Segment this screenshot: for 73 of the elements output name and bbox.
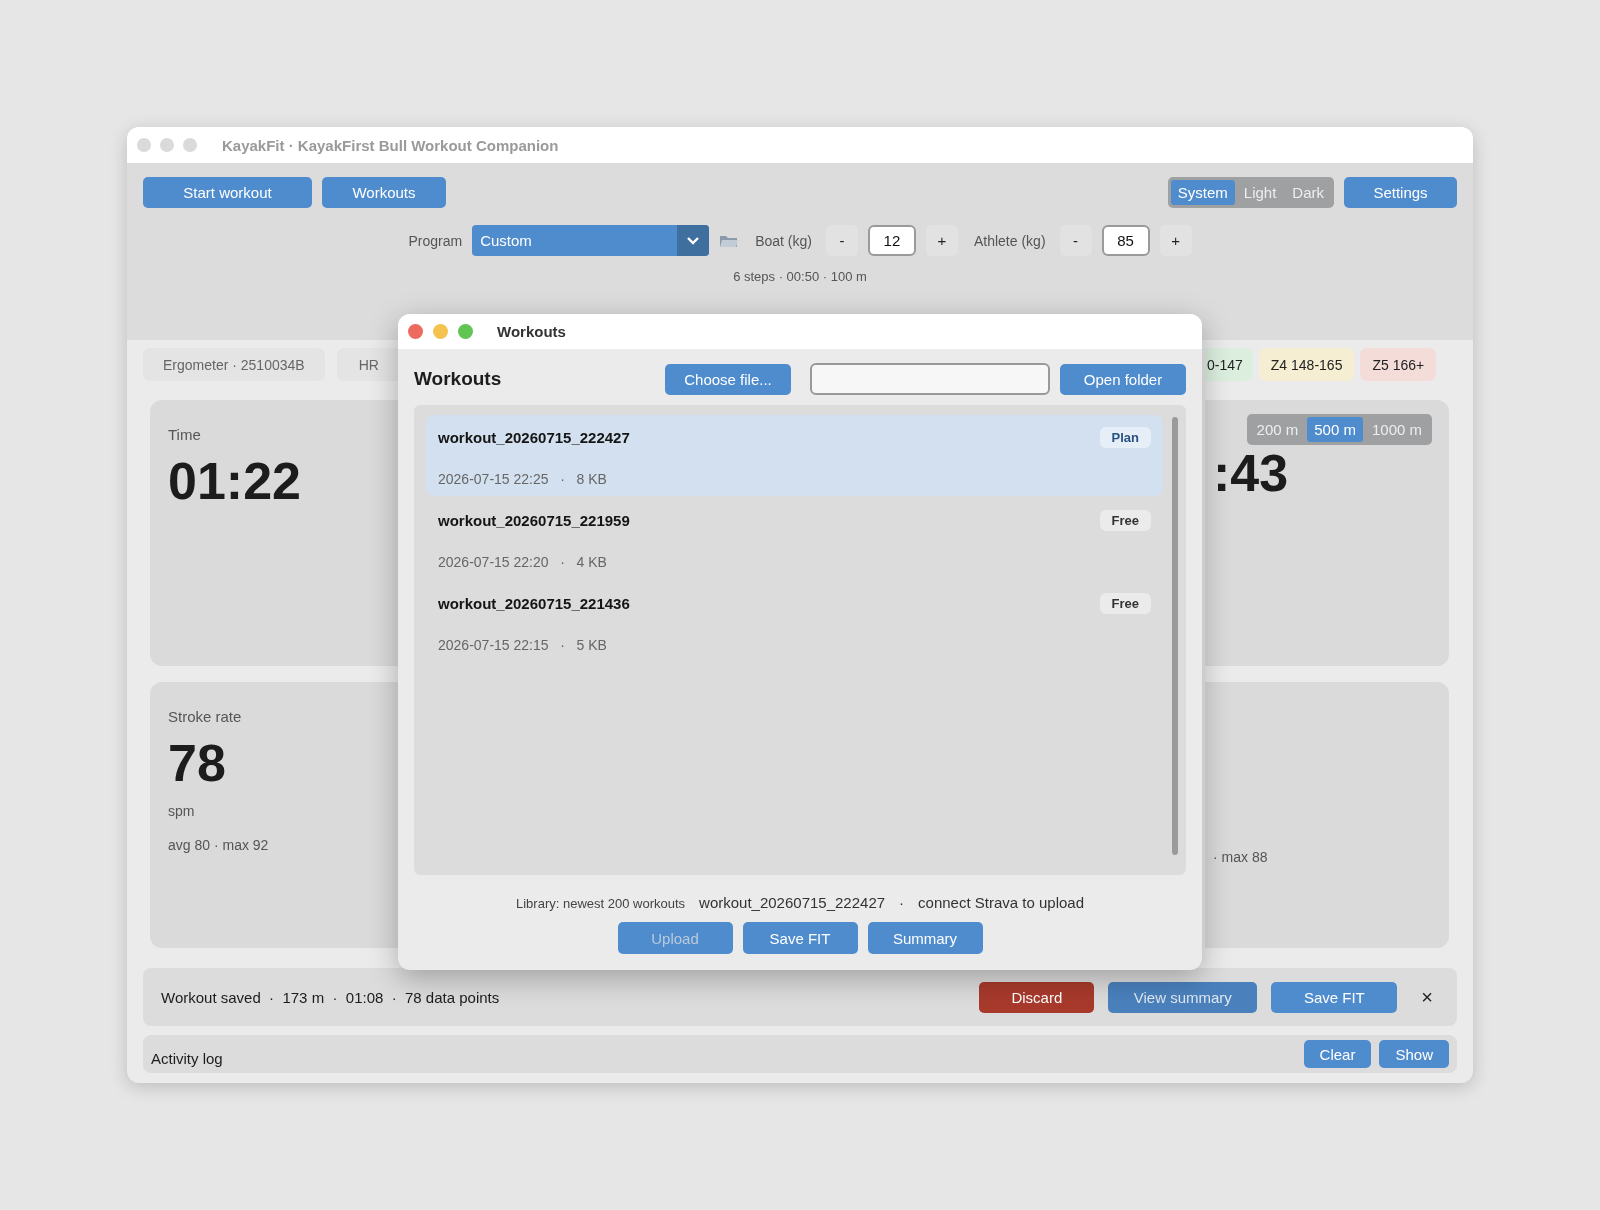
- program-label: Program: [408, 232, 463, 249]
- saved-message: Workout saved · 173 m · 01:08 · 78 data points: [161, 988, 501, 1006]
- banner-button[interactable]: Discard: [979, 981, 1095, 1013]
- increment-button[interactable]: +: [1159, 225, 1192, 256]
- metric-value: 01:22: [168, 451, 302, 511]
- activity-log-title: Activity log: [151, 1049, 224, 1067]
- log-button[interactable]: Clear: [1303, 1040, 1372, 1068]
- status-chip: HR: [336, 348, 399, 381]
- metric-value: 78: [168, 733, 227, 793]
- status-chip: Ergometer · 2510034B: [143, 348, 325, 381]
- program-summary: 6 steps · 00:50 · 100 m: [732, 269, 868, 284]
- search-field[interactable]: [810, 363, 1050, 395]
- weight-label: Boat (kg): [755, 232, 812, 249]
- close-button[interactable]: ×: [1421, 985, 1433, 1009]
- dialog-title: Workouts: [497, 323, 566, 340]
- zone-chip: 0-147: [1205, 348, 1253, 381]
- pace-option[interactable]: 200 m: [1249, 417, 1306, 442]
- banner-button[interactable]: Save FIT: [1271, 981, 1398, 1013]
- theme-option[interactable]: System: [1170, 180, 1235, 205]
- dialog-action-button[interactable]: Save FIT: [742, 922, 858, 954]
- library-note: Library: newest 200 workouts: [515, 896, 686, 911]
- dialog-heading: Workouts: [414, 368, 503, 390]
- pace-option[interactable]: 1000 m: [1364, 417, 1429, 442]
- weight-label: Athlete (kg): [973, 232, 1046, 249]
- workout-name: workout_20260715_221436: [438, 595, 631, 614]
- metric-stats: · max 88: [1213, 849, 1269, 865]
- workout-meta: 2026-07-15 22:25 · 8 KB: [438, 470, 608, 489]
- workout-tag: Free: [1099, 593, 1151, 614]
- decrement-button[interactable]: -: [1059, 225, 1092, 256]
- toolbar-button[interactable]: Workouts: [322, 177, 446, 208]
- selected-file: workout_20260715_222427: [699, 894, 886, 911]
- window-control-icon[interactable]: [137, 138, 151, 152]
- workout-name: workout_20260715_221959: [438, 512, 631, 531]
- workout-meta: 2026-07-15 22:15 · 5 KB: [438, 636, 608, 655]
- metric-label: Stroke rate: [168, 708, 243, 725]
- window-control-icon[interactable]: [183, 138, 197, 152]
- program-dropdown[interactable]: Custom: [472, 225, 710, 256]
- metric-unit: spm: [168, 803, 196, 819]
- window-control-icon[interactable]: [433, 324, 448, 339]
- chevron-down-icon: [686, 236, 701, 245]
- upload-note: connect Strava to upload: [918, 894, 1084, 911]
- theme-option[interactable]: Dark: [1285, 180, 1331, 205]
- window-title: KayakFit · KayakFirst Bull Workout Companion: [222, 136, 559, 154]
- workout-item[interactable]: workout_20260715_222427 Plan 2026-07-15 22:25 · 8 KB: [426, 415, 1163, 496]
- zone-chip: Z5 166+: [1360, 348, 1437, 381]
- weight-field[interactable]: 85: [1101, 225, 1150, 256]
- choose-file-button[interactable]: Choose file...: [665, 363, 791, 395]
- scrollbar[interactable]: [1172, 417, 1178, 855]
- open-folder-button[interactable]: Open folder: [1060, 363, 1186, 395]
- banner-button[interactable]: View summary: [1108, 981, 1258, 1013]
- dialog-action-button[interactable]: Summary: [867, 922, 983, 954]
- metric-value: :43: [1213, 443, 1290, 503]
- zone-chip: Z4 148-165: [1258, 348, 1355, 381]
- log-button[interactable]: Show: [1379, 1040, 1449, 1068]
- window-control-icon[interactable]: [408, 324, 423, 339]
- metric-stats: avg 80 · max 92: [168, 837, 270, 853]
- workout-tag: Plan: [1099, 427, 1151, 448]
- window-control-icon[interactable]: [458, 324, 473, 339]
- toolbar-button[interactable]: Start workout: [143, 177, 312, 208]
- workout-meta: 2026-07-15 22:20 · 4 KB: [438, 553, 608, 572]
- workout-item[interactable]: workout_20260715_221436 Free 2026-07-15 22:15 · 5 KB: [426, 581, 1163, 662]
- theme-option[interactable]: Light: [1236, 180, 1284, 205]
- separator-dot: ·: [899, 894, 905, 911]
- settings-button[interactable]: Settings: [1344, 177, 1457, 208]
- workout-item[interactable]: workout_20260715_221959 Free 2026-07-15 22:20 · 4 KB: [426, 498, 1163, 579]
- workout-name: workout_20260715_222427: [438, 429, 631, 448]
- metric-label: Time: [168, 426, 202, 443]
- weight-field[interactable]: 12: [867, 225, 916, 256]
- decrement-button[interactable]: -: [825, 225, 858, 256]
- window-control-icon[interactable]: [160, 138, 174, 152]
- increment-button[interactable]: +: [925, 225, 958, 256]
- pace-option[interactable]: 500 m: [1307, 417, 1363, 442]
- workout-tag: Free: [1099, 510, 1151, 531]
